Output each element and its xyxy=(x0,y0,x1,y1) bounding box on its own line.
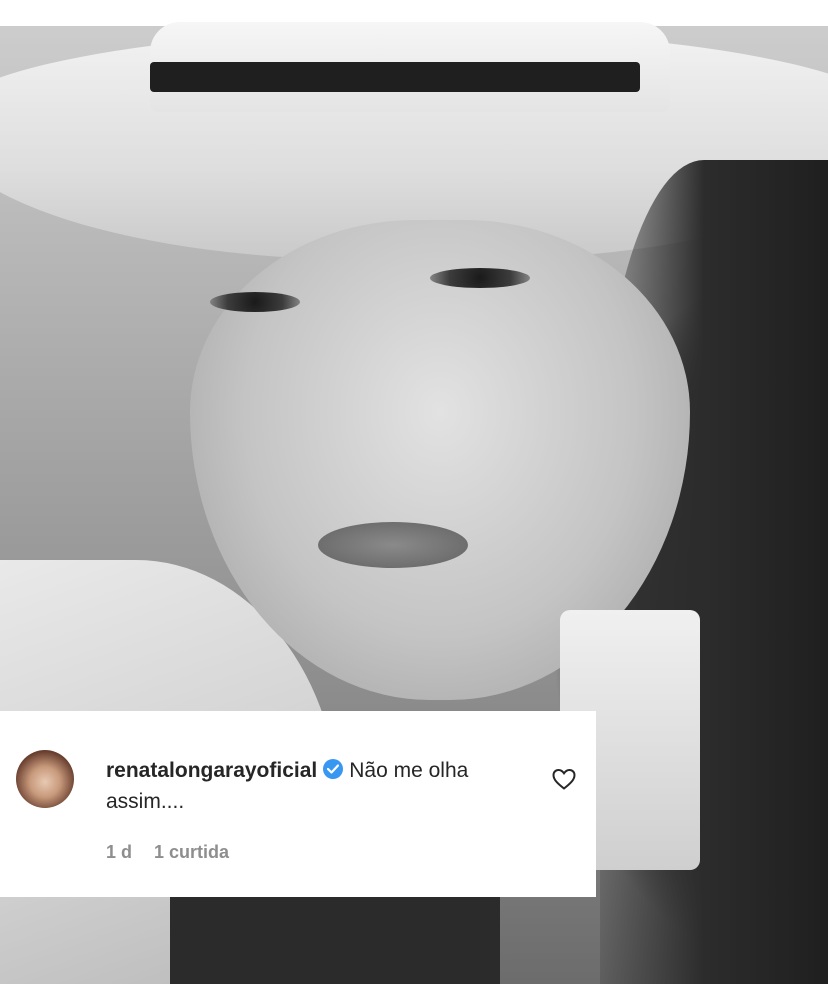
comment-time: 1 d xyxy=(106,842,133,862)
left-eye xyxy=(210,292,300,312)
comment-likes[interactable]: 1 curtida xyxy=(154,842,229,862)
comment-meta: 1 d 1 curtida xyxy=(106,842,251,863)
avatar[interactable] xyxy=(16,750,74,808)
hat-band xyxy=(150,62,640,92)
comment-body: renatalongarayoficial Não me olha assim..… xyxy=(106,755,526,817)
heart-outline-icon[interactable] xyxy=(551,767,577,791)
verified-badge-icon xyxy=(323,759,344,779)
comment-username[interactable]: renatalongarayoficial xyxy=(106,759,317,782)
right-eye xyxy=(430,268,530,288)
lips xyxy=(318,522,468,568)
